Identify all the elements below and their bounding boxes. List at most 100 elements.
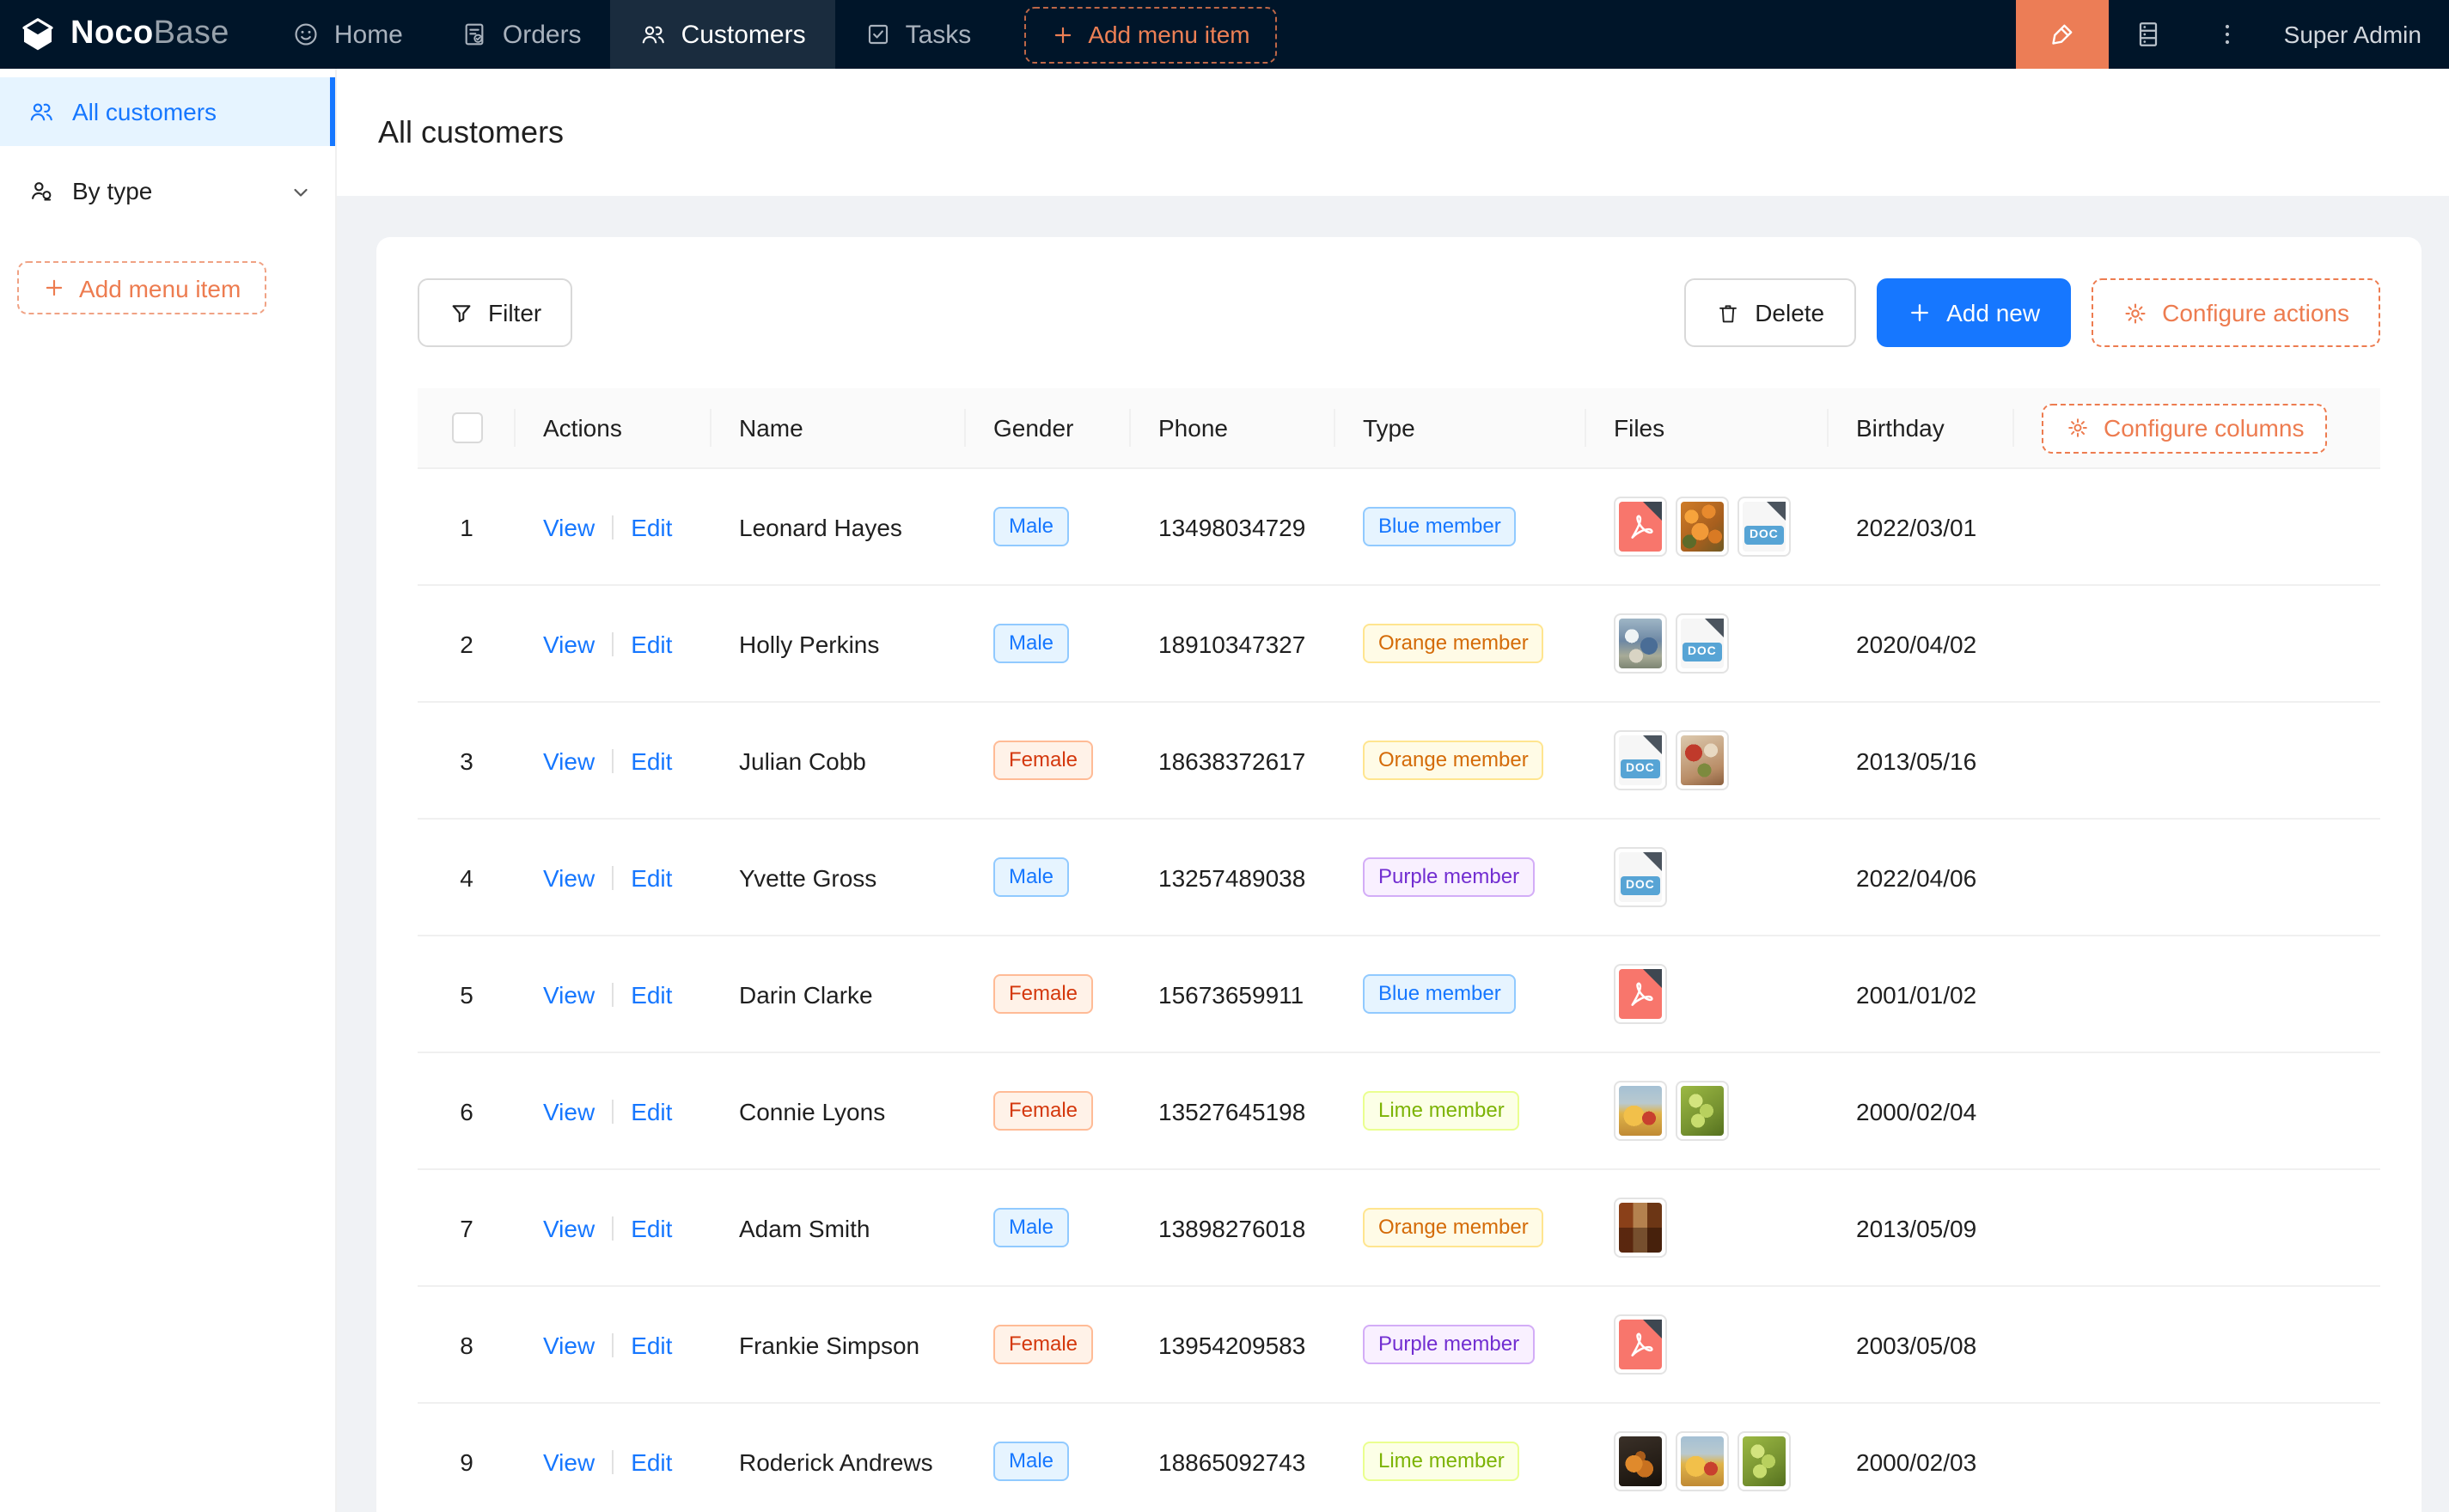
navbar-right-actions: Super Admin (2016, 0, 2449, 69)
action-divider (612, 1332, 614, 1357)
image-thumbnail[interactable] (1614, 613, 1667, 674)
delete-button-label: Delete (1755, 299, 1824, 326)
add-new-button-label: Add new (1946, 299, 2040, 326)
sidebar-add-menu-item-button[interactable]: Add menu item (17, 261, 266, 314)
image-thumbnail[interactable] (1614, 1081, 1667, 1141)
select-all-checkbox[interactable] (451, 412, 482, 443)
customer-phone: 13257489038 (1131, 820, 1335, 936)
sidebar-item-all-customers[interactable]: All customers (0, 77, 335, 146)
customer-birthday: 2013/05/09 (1829, 1170, 2014, 1287)
tab-home[interactable]: Home (264, 0, 432, 69)
row-actions-cell: View Edit (516, 586, 711, 703)
view-link[interactable]: View (543, 1097, 595, 1125)
row-index-cell: 1 (418, 469, 516, 586)
view-link[interactable]: View (543, 1331, 595, 1358)
customer-birthday: 2013/05/16 (1829, 703, 2014, 820)
image-thumbnail[interactable] (1676, 1081, 1729, 1141)
configure-columns-button[interactable]: Configure columns (2042, 403, 2326, 453)
tab-orders[interactable]: Orders (432, 0, 611, 69)
gender-tag: Male (993, 857, 1069, 897)
delete-button[interactable]: Delete (1684, 278, 1855, 347)
plugin-settings-button[interactable] (2109, 0, 2188, 69)
edit-link[interactable]: Edit (631, 1214, 672, 1241)
navbar-add-menu-item-button[interactable]: Add menu item (1024, 6, 1277, 63)
type-cell: Purple member (1335, 1287, 1586, 1404)
view-link[interactable]: View (543, 630, 595, 657)
doc-label: DOC (1683, 643, 1722, 662)
gender-cell: Female (966, 1053, 1131, 1170)
row-trailing-cell (2014, 469, 2380, 586)
view-link[interactable]: View (543, 980, 595, 1008)
customer-phone: 13898276018 (1131, 1170, 1335, 1287)
table-row: 6 ViewEdit Connie Lyons Female 135276451… (418, 1053, 2380, 1170)
files-cell: DOC (1586, 469, 1829, 586)
doc-file-icon[interactable]: DOC (1614, 847, 1667, 907)
edit-link[interactable]: Edit (631, 513, 672, 540)
edit-link[interactable]: Edit (631, 1448, 672, 1475)
image-thumbnail[interactable] (1676, 497, 1729, 557)
more-actions-button[interactable] (2188, 0, 2267, 69)
ui-editor-button[interactable] (2016, 0, 2109, 69)
edit-link[interactable]: Edit (631, 980, 672, 1008)
configure-columns-label: Configure columns (2104, 414, 2304, 442)
view-link[interactable]: View (543, 1214, 595, 1241)
doc-file-icon[interactable]: DOC (1614, 730, 1667, 790)
header-select-all (418, 388, 516, 469)
edit-link[interactable]: Edit (631, 1331, 672, 1358)
sidebar-item-label: All customers (72, 98, 217, 125)
doc-file-icon[interactable]: DOC (1676, 613, 1729, 674)
gender-cell: Male (966, 469, 1131, 586)
edit-link[interactable]: Edit (631, 630, 672, 657)
tab-customers[interactable]: Customers (611, 0, 835, 69)
view-link[interactable]: View (543, 863, 595, 891)
table-toolbar: Filter Delete (418, 278, 2380, 347)
action-divider (612, 631, 614, 655)
customer-name: Darin Clarke (711, 936, 966, 1053)
doc-file-icon[interactable]: DOC (1738, 497, 1791, 557)
top-nav-menu: Home Orders Customers Tasks (264, 0, 1278, 69)
view-link[interactable]: View (543, 747, 595, 774)
highlighter-pen-icon (2047, 19, 2078, 50)
customer-name: Holly Perkins (711, 586, 966, 703)
view-link[interactable]: View (543, 513, 595, 540)
customer-name: Frankie Simpson (711, 1287, 966, 1404)
edit-link[interactable]: Edit (631, 747, 672, 774)
add-new-button[interactable]: Add new (1876, 278, 2071, 347)
gear-icon (2064, 415, 2090, 441)
plus-icon (43, 277, 65, 299)
toolbar-right-actions: Delete Add new (1684, 278, 2380, 347)
files-cell (1586, 1053, 1829, 1170)
tab-tasks-label: Tasks (906, 20, 972, 49)
row-actions-cell: View Edit (516, 1170, 711, 1287)
tab-tasks[interactable]: Tasks (835, 0, 1001, 69)
column-header-files: Files (1586, 388, 1829, 469)
configure-actions-button[interactable]: Configure actions (2092, 278, 2380, 347)
user-menu[interactable]: Super Admin (2267, 0, 2449, 69)
filter-button[interactable]: Filter (418, 278, 572, 347)
table-row: 8 ViewEdit Frankie Simpson Female 139542… (418, 1287, 2380, 1404)
image-thumbnail[interactable] (1676, 730, 1729, 790)
files-cell: DOC (1586, 703, 1829, 820)
image-thumbnail[interactable] (1614, 1198, 1667, 1258)
photo-green-grapes (1681, 1086, 1724, 1136)
nocobase-logo[interactable]: NocoBase (0, 0, 253, 69)
page-title: All customers (378, 114, 564, 150)
row-index: 6 (460, 1097, 473, 1125)
filter-button-label: Filter (488, 299, 541, 326)
gear-icon (2122, 300, 2148, 326)
row-trailing-cell (2014, 1404, 2380, 1512)
image-thumbnail[interactable] (1676, 1431, 1729, 1491)
view-link[interactable]: View (543, 1448, 595, 1475)
image-thumbnail[interactable] (1614, 1431, 1667, 1491)
image-thumbnail[interactable] (1738, 1431, 1791, 1491)
photo-blue-outdoor (1619, 619, 1662, 668)
pdf-file-icon[interactable] (1614, 497, 1667, 557)
pdf-file-icon[interactable] (1614, 1314, 1667, 1375)
edit-link[interactable]: Edit (631, 1097, 672, 1125)
row-trailing-cell (2014, 703, 2380, 820)
pdf-file-icon[interactable] (1614, 964, 1667, 1024)
type-cell: Purple member (1335, 820, 1586, 936)
sidebar-item-by-type[interactable]: By type (0, 156, 335, 225)
gender-tag: Female (993, 974, 1093, 1014)
edit-link[interactable]: Edit (631, 863, 672, 891)
